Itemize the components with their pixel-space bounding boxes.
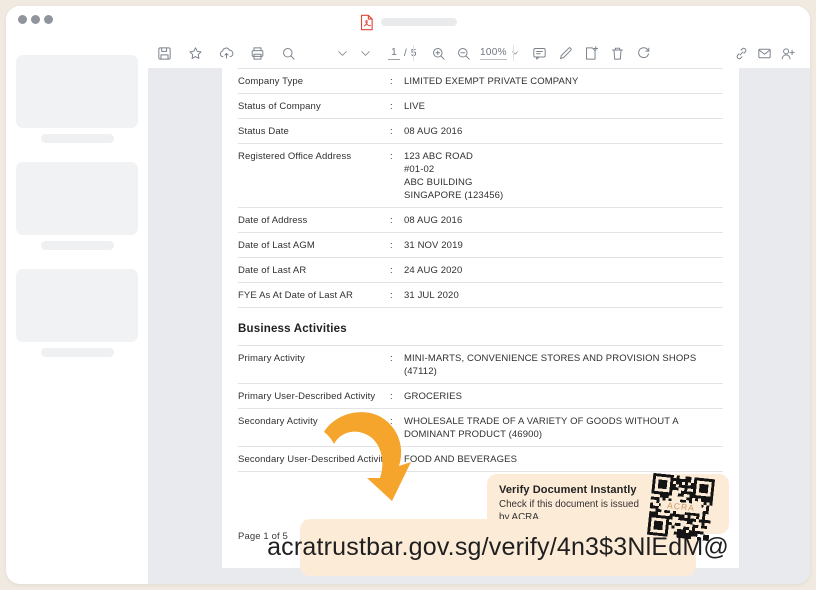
row-label: Company Type: [238, 75, 390, 88]
row-label: Status of Company: [238, 100, 390, 113]
row-label: Date of Last AR: [238, 264, 390, 277]
row-colon: :: [390, 390, 404, 403]
table-row: Secondary Activity:WHOLESALE TRADE OF A …: [238, 408, 723, 446]
document-tab[interactable]: [6, 6, 810, 38]
verify-url-text: acratrustbar.gov.sg/verify/4n3$3NlEdM@: [267, 533, 729, 562]
thumbnail-image[interactable]: [16, 162, 138, 235]
row-colon: :: [390, 239, 404, 252]
table-row: Date of Last AR:24 AUG 2020: [238, 257, 723, 282]
row-label: Secondary User-Described Activity: [238, 453, 390, 466]
toolbar-separator: [413, 45, 414, 61]
page-thumbnail-1[interactable]: [15, 55, 139, 143]
row-colon: :: [390, 415, 404, 441]
row-value: 31 JUL 2020: [404, 289, 723, 302]
thumbnail-label-placeholder: [41, 348, 114, 357]
search-icon[interactable]: [280, 45, 297, 62]
pdf-file-icon: [359, 14, 374, 31]
row-label: Status Date: [238, 125, 390, 138]
row-value: 08 AUG 2016: [404, 125, 723, 138]
business-activities-table: Primary Activity:MINI-MARTS, CONVENIENCE…: [238, 345, 723, 472]
browser-window: 1 / 5 100%: [6, 6, 810, 584]
row-colon: :: [390, 75, 404, 88]
link-icon[interactable]: [733, 45, 750, 62]
row-colon: :: [390, 150, 404, 202]
mail-icon[interactable]: [756, 45, 773, 62]
chevron-down-icon[interactable]: [334, 45, 351, 62]
star-icon[interactable]: [187, 45, 204, 62]
thumbnail-label-placeholder: [41, 241, 114, 250]
page-thumbnail-3[interactable]: [15, 269, 139, 357]
toolbar-separator: [513, 45, 514, 61]
save-icon[interactable]: [156, 45, 173, 62]
pdf-toolbar: 1 / 5 100%: [148, 38, 810, 69]
row-label: Secondary Activity: [238, 415, 390, 441]
row-label: Primary Activity: [238, 352, 390, 378]
svg-text:ACRA: ACRA: [667, 500, 696, 513]
page-number-input[interactable]: 1: [388, 46, 400, 60]
table-row: Primary Activity:MINI-MARTS, CONVENIENCE…: [238, 345, 723, 383]
table-row: Registered Office Address:123 ABC ROAD #…: [238, 143, 723, 207]
row-colon: :: [390, 214, 404, 227]
row-value: 24 AUG 2020: [404, 264, 723, 277]
row-colon: :: [390, 100, 404, 113]
table-row: Status of Company:LIVE: [238, 93, 723, 118]
row-value: WHOLESALE TRADE OF A VARIETY OF GOODS WI…: [404, 415, 723, 441]
filename-placeholder: [381, 18, 457, 26]
row-label: Registered Office Address: [238, 150, 390, 202]
add-person-icon[interactable]: [779, 45, 796, 62]
row-colon: :: [390, 264, 404, 277]
row-value: 08 AUG 2016: [404, 214, 723, 227]
row-label: Date of Address: [238, 214, 390, 227]
page-thumbnail-2[interactable]: [15, 162, 139, 250]
verify-card-title: Verify Document Instantly: [499, 484, 645, 496]
table-row: Date of Last AGM:31 NOV 2019: [238, 232, 723, 257]
verify-url-pill: acratrustbar.gov.sg/verify/4n3$3NlEdM@: [300, 519, 696, 576]
table-row: Status Date:08 AUG 2016: [238, 118, 723, 143]
row-label: Date of Last AGM: [238, 239, 390, 252]
zoom-out-icon[interactable]: [455, 45, 472, 62]
row-value: GROCERIES: [404, 390, 723, 403]
row-value: MINI-MARTS, CONVENIENCE STORES AND PROVI…: [404, 352, 723, 378]
table-row: FYE As At Date of Last AR:31 JUL 2020: [238, 282, 723, 307]
titlebar: [6, 6, 810, 39]
table-row: Company Type:LIMITED EXEMPT PRIVATE COMP…: [238, 68, 723, 93]
thumbnail-image[interactable]: [16, 55, 138, 128]
refresh-icon[interactable]: [635, 45, 652, 62]
add-page-icon[interactable]: [583, 45, 600, 62]
pencil-icon[interactable]: [557, 45, 574, 62]
chevron-down-icon: [510, 48, 520, 58]
row-label: FYE As At Date of Last AR: [238, 289, 390, 302]
thumbnail-label-placeholder: [41, 134, 114, 143]
table-row: Primary User-Described Activity:GROCERIE…: [238, 383, 723, 408]
row-label: Primary User-Described Activity: [238, 390, 390, 403]
row-colon: :: [390, 453, 404, 466]
trash-icon[interactable]: [609, 45, 626, 62]
table-row: Secondary User-Described Activity:FOOD A…: [238, 446, 723, 471]
thumbnail-sidebar: [6, 38, 149, 584]
chevron-down-icon[interactable]: [357, 45, 374, 62]
zoom-level-value: 100%: [480, 47, 507, 60]
section-title: Business Activities: [238, 323, 723, 335]
print-icon[interactable]: [249, 45, 266, 62]
row-value: LIMITED EXEMPT PRIVATE COMPANY: [404, 75, 723, 88]
row-colon: :: [390, 352, 404, 378]
row-value: 123 ABC ROAD #01-02 ABC BUILDING SINGAPO…: [404, 150, 723, 202]
qr-code: ACRA: [647, 473, 715, 541]
row-value: 31 NOV 2019: [404, 239, 723, 252]
zoom-in-icon[interactable]: [430, 45, 447, 62]
row-colon: :: [390, 289, 404, 302]
comment-icon[interactable]: [531, 45, 548, 62]
company-profile-table: Company Type:LIMITED EXEMPT PRIVATE COMP…: [238, 68, 723, 308]
row-colon: :: [390, 125, 404, 138]
table-row: Date of Address:08 AUG 2016: [238, 207, 723, 232]
row-value: FOOD AND BEVERAGES: [404, 453, 723, 466]
thumbnail-image[interactable]: [16, 269, 138, 342]
cloud-upload-icon[interactable]: [218, 45, 235, 62]
row-value: LIVE: [404, 100, 723, 113]
page-divider: /: [404, 47, 407, 59]
